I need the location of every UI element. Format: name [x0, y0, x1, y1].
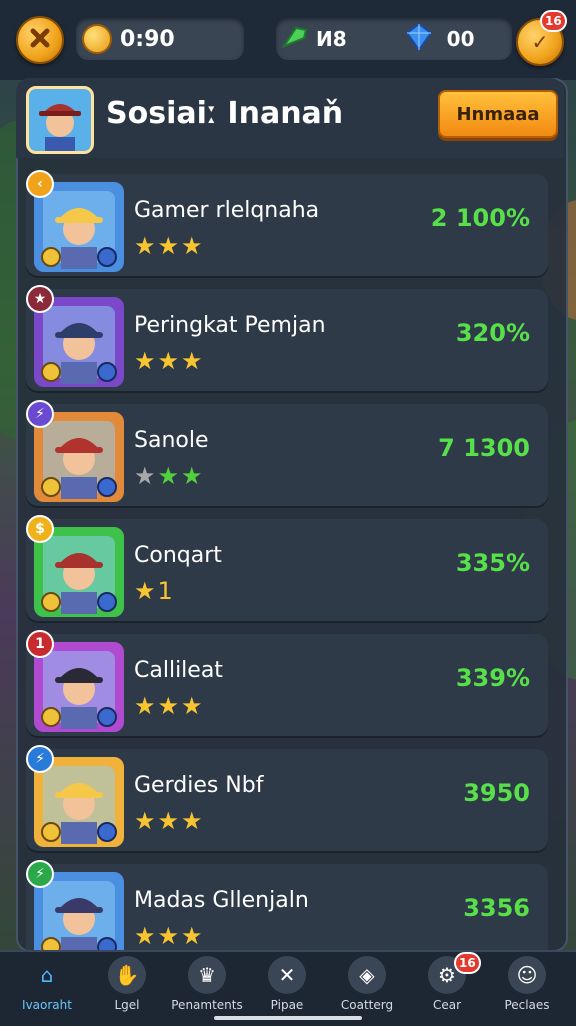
nav-item-ivaoraht[interactable]: ⌂ Ivaoraht	[6, 956, 88, 1020]
nav-label: Ivaoraht	[22, 998, 72, 1012]
star-icon: ★	[181, 347, 205, 375]
nav-item-penamtents[interactable]: ♛ Penamtents	[166, 956, 248, 1020]
star-icon: ★	[181, 462, 205, 490]
star-icon: ★	[157, 692, 182, 720]
star-rating: ★★★	[134, 232, 205, 260]
rank-badge-icon: ⚡	[26, 400, 54, 428]
star-icon: ★	[134, 922, 158, 950]
notification-badge: 16	[540, 10, 567, 32]
nav-item-cear[interactable]: ⚙ Cear 16	[406, 952, 488, 1020]
trophy-icon: ♛	[188, 956, 226, 994]
player-name: Madas Gllenjaln	[134, 888, 309, 913]
home-icon: ⌂	[40, 963, 54, 987]
player-row[interactable]: ★ Peringkat Pemjan ★★★ 320%	[26, 285, 548, 391]
star-icon: ★	[134, 232, 158, 260]
star-icon: ★	[134, 807, 158, 835]
star-icon: ★	[181, 807, 205, 835]
nav-label: Peclaes	[504, 998, 550, 1012]
home-indicator	[214, 1016, 362, 1020]
rank-badge-icon: ⚡	[26, 745, 54, 773]
gem-icon	[278, 20, 312, 58]
player-name: Peringkat Pemjan	[134, 313, 326, 338]
star-icon: ★	[181, 922, 205, 950]
star-rating: ★★★	[134, 347, 205, 375]
player-name: Gerdies Nbf	[134, 773, 264, 798]
page-title: Sosiaiː Inanaň	[106, 96, 344, 131]
nav-label: Penamtents	[171, 998, 243, 1012]
nav-label: Pipae	[270, 998, 304, 1012]
player-score: 339%	[455, 664, 530, 692]
rank-badge-icon: ‹	[26, 170, 54, 198]
star-icon: ★	[134, 347, 158, 375]
shield-icon: ◈	[348, 956, 386, 994]
coin-counter: 0:90	[76, 18, 244, 60]
player-row[interactable]: $ Conqart ★1 335%	[26, 515, 548, 621]
player-score: 320%	[455, 319, 530, 347]
nav-label: Coatterg	[340, 998, 394, 1012]
star-icon: 1	[157, 577, 175, 605]
rank-badge-icon: ⚡	[26, 860, 54, 888]
player-score: 2 100%	[430, 204, 530, 232]
star-rating: ★1	[134, 577, 175, 605]
nav-label: Lgel	[114, 998, 140, 1012]
diamond-amount: 00	[446, 27, 475, 51]
header-action-button[interactable]: Hnmaaa	[438, 90, 558, 138]
nav-badge: 16	[454, 952, 481, 974]
star-icon: ★	[134, 577, 158, 605]
player-row[interactable]: ⚡ Gerdies Nbf ★★★ 3950	[26, 745, 548, 851]
star-icon: ★	[134, 692, 158, 720]
star-rating: ★★★	[134, 807, 205, 835]
gem-amount: И8	[316, 27, 347, 51]
bag-icon: ✋	[108, 956, 146, 994]
star-rating: ★★★	[134, 922, 205, 950]
swords-icon: ✕	[268, 956, 306, 994]
player-row[interactable]: ⚡ Sanole ★★★ 7 1300	[26, 400, 548, 506]
friends-icon: ☺	[508, 956, 546, 994]
player-name: Callileat	[134, 658, 223, 683]
rank-badge-icon: 1	[26, 630, 54, 658]
star-icon: ★	[157, 922, 182, 950]
nav-item-peclaes[interactable]: ☺ Peclaes	[486, 956, 568, 1020]
player-name: Conqart	[134, 543, 222, 568]
player-row[interactable]: ‹ Gamer rlelqnaha ★★★ 2 100%	[26, 170, 548, 276]
player-name: Sanole	[134, 428, 209, 453]
player-score: 3950	[463, 779, 530, 807]
star-rating: ★★★	[134, 692, 205, 720]
rank-badge-icon: $	[26, 515, 54, 543]
bell-icon: ✓	[531, 30, 549, 54]
star-icon: ★	[157, 462, 182, 490]
rank-badge-icon: ★	[26, 285, 54, 313]
close-button[interactable]	[16, 16, 64, 64]
coin-icon	[82, 24, 112, 54]
star-icon: ★	[157, 347, 182, 375]
player-avatar[interactable]	[26, 86, 94, 154]
star-icon: ★	[134, 462, 158, 490]
close-icon	[29, 27, 51, 53]
coin-amount: 0:90	[120, 26, 175, 52]
nav-item-lgel[interactable]: ✋ Lgel	[86, 956, 168, 1020]
star-icon: ★	[181, 692, 205, 720]
nav-item-coatterg[interactable]: ◈ Coatterg	[326, 956, 408, 1020]
star-icon: ★	[157, 232, 182, 260]
diamond-icon	[403, 21, 435, 57]
star-icon: ★	[181, 232, 205, 260]
currency-bar: И8 00	[276, 18, 512, 60]
star-icon: ★	[157, 807, 182, 835]
player-score: 7 1300	[438, 434, 530, 462]
nav-label: Cear	[432, 998, 462, 1012]
player-row[interactable]: 1 Callileat ★★★ 339%	[26, 630, 548, 736]
player-score: 335%	[455, 549, 530, 577]
nav-item-pipae[interactable]: ✕ Pipae	[246, 956, 328, 1020]
player-score: 3356	[463, 894, 530, 922]
player-name: Gamer rlelqnaha	[134, 198, 320, 223]
star-rating: ★★★	[134, 462, 205, 490]
